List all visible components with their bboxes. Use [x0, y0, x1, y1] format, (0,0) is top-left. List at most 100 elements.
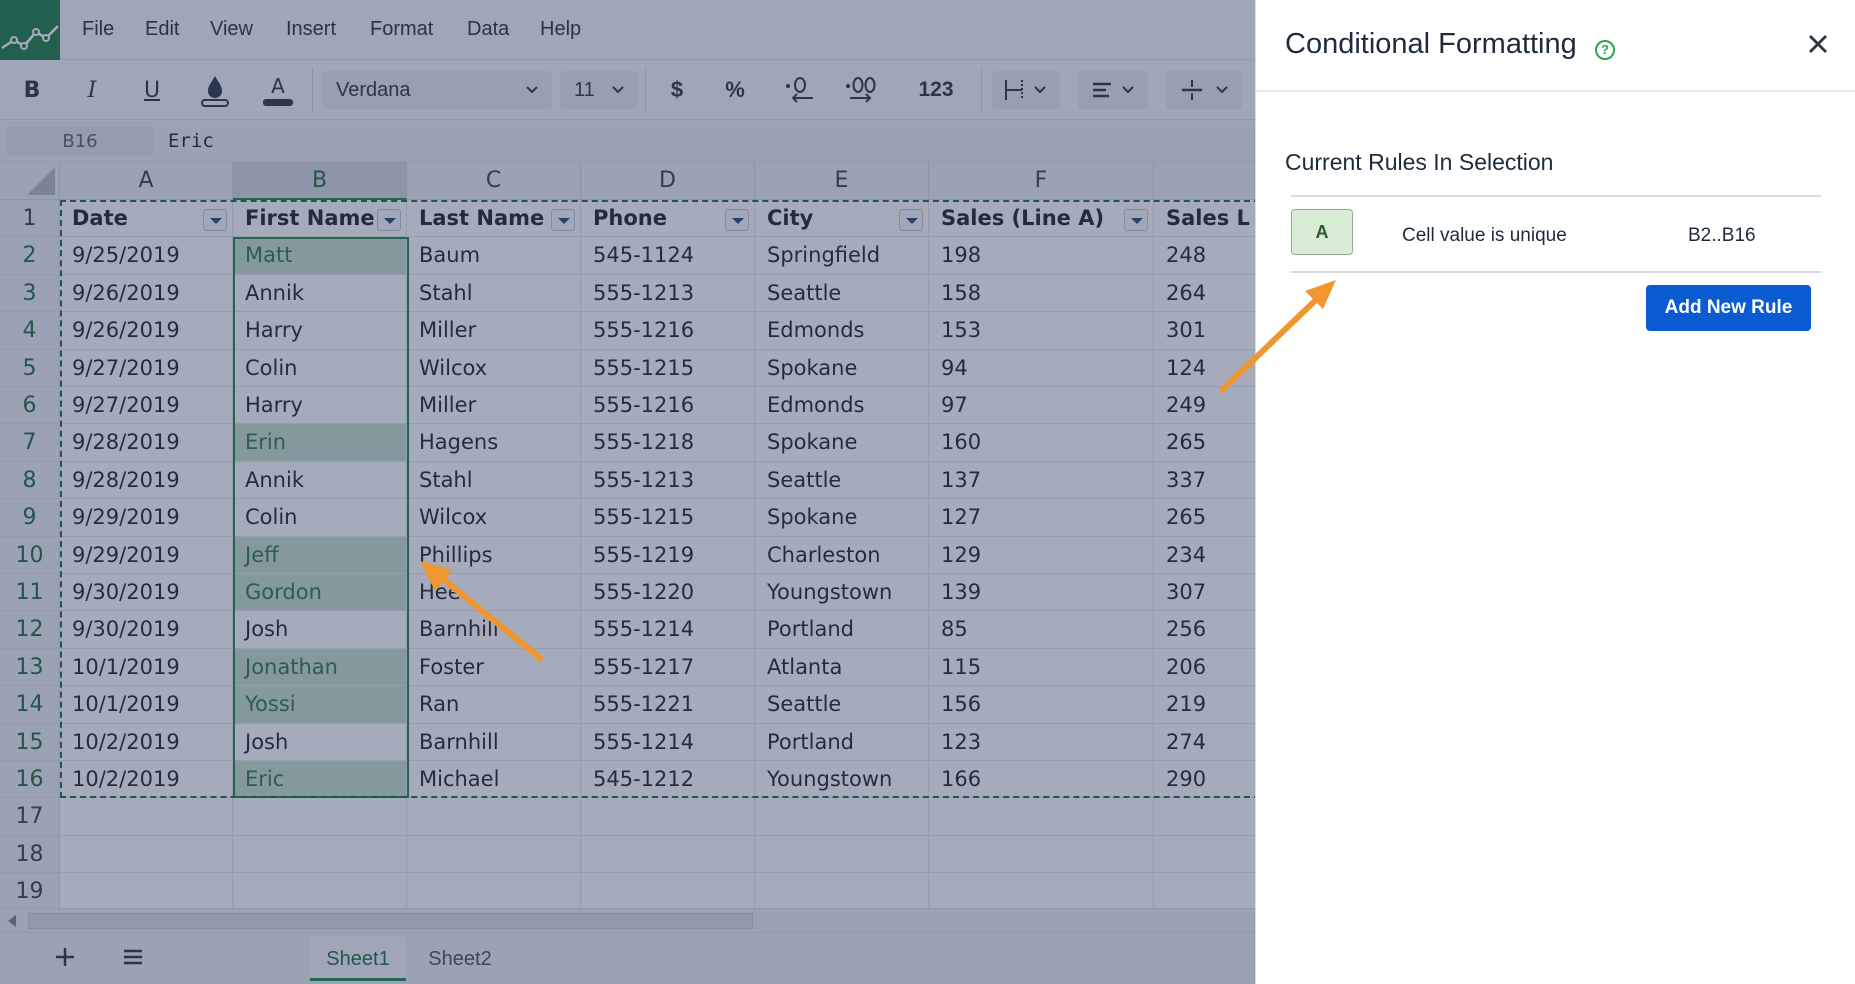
cell-reference-box[interactable]: B16 — [6, 127, 154, 156]
table-cell[interactable]: 9/26/2019 — [60, 274, 233, 313]
table-cell[interactable]: Eric — [233, 761, 407, 799]
table-cell[interactable]: 127 — [929, 499, 1154, 537]
table-cell[interactable]: Barnhill — [407, 723, 581, 761]
scrollbar-thumb[interactable] — [28, 913, 753, 929]
table-cell[interactable]: Spokane — [755, 424, 929, 462]
table-cell[interactable]: Seattle — [755, 274, 929, 313]
table-cell[interactable]: Edmonds — [755, 312, 929, 350]
table-cell[interactable]: Wilcox — [407, 499, 581, 537]
spreadsheet-grid[interactable]: A B C D E F 1 Date First Name Last Name Phone City S… — [0, 162, 1255, 908]
table-cell[interactable]: 9/28/2019 — [60, 461, 233, 500]
table-cell[interactable] — [929, 873, 1154, 908]
table-cell[interactable] — [929, 835, 1154, 874]
filter-dropdown-icon[interactable] — [203, 209, 227, 231]
table-cell[interactable] — [407, 798, 581, 836]
column-title-cell[interactable]: Sales L — [1154, 200, 1255, 238]
table-cell[interactable]: 10/2/2019 — [60, 723, 233, 761]
table-cell[interactable] — [233, 835, 407, 874]
table-cell[interactable]: Annik — [233, 461, 407, 500]
decrease-decimal-button[interactable] — [780, 70, 820, 110]
column-header[interactable]: D — [581, 162, 755, 200]
table-cell[interactable]: Harry — [233, 312, 407, 350]
table-cell[interactable]: Spokane — [755, 499, 929, 537]
table-cell[interactable]: Colin — [233, 349, 407, 387]
column-header[interactable]: B — [233, 162, 407, 200]
table-cell[interactable]: 545-1212 — [581, 761, 755, 799]
table-cell[interactable]: 206 — [1154, 649, 1255, 687]
table-cell[interactable]: Colin — [233, 499, 407, 537]
table-cell[interactable]: 160 — [929, 424, 1154, 462]
table-cell[interactable] — [1154, 798, 1255, 836]
table-cell[interactable]: 124 — [1154, 350, 1255, 387]
row-header[interactable]: 1 — [0, 200, 60, 238]
table-cell[interactable]: Seattle — [755, 686, 929, 724]
table-cell[interactable]: 85 — [929, 611, 1154, 649]
table-cell[interactable] — [233, 873, 407, 908]
menu-insert[interactable]: Insert — [286, 18, 336, 41]
table-cell[interactable]: 256 — [1154, 611, 1255, 649]
table-cell[interactable]: 10/1/2019 — [60, 648, 233, 687]
table-cell[interactable]: 265 — [1154, 499, 1255, 537]
table-cell[interactable]: Hagens — [407, 424, 581, 462]
table-cell[interactable]: 137 — [929, 461, 1154, 500]
row-header[interactable]: 19 — [0, 873, 60, 908]
table-cell[interactable] — [60, 798, 233, 836]
menu-edit[interactable]: Edit — [145, 18, 179, 41]
table-cell[interactable]: 9/30/2019 — [60, 574, 233, 612]
row-header[interactable]: 7 — [0, 424, 60, 462]
table-cell[interactable] — [755, 873, 929, 908]
close-button[interactable] — [1800, 26, 1836, 62]
column-header[interactable]: F — [929, 162, 1154, 200]
add-new-rule-button[interactable]: Add New Rule — [1646, 285, 1811, 331]
filter-dropdown-icon[interactable] — [551, 209, 575, 231]
column-title-cell[interactable]: Sales (Line A) — [929, 200, 1154, 238]
table-cell[interactable]: 9/30/2019 — [60, 611, 233, 649]
menu-file[interactable]: File — [82, 18, 114, 41]
table-cell[interactable]: Youngstown — [755, 761, 929, 799]
table-cell[interactable]: Michael — [407, 761, 581, 799]
column-header[interactable]: C — [407, 162, 581, 200]
table-cell[interactable]: Portland — [755, 611, 929, 649]
table-cell[interactable]: 307 — [1154, 574, 1255, 612]
formula-input[interactable]: Eric — [164, 127, 1254, 156]
table-cell[interactable]: Harry — [233, 387, 407, 425]
table-cell[interactable]: 166 — [929, 761, 1154, 799]
table-cell[interactable]: 274 — [1154, 724, 1255, 761]
table-cell[interactable]: Portland — [755, 723, 929, 761]
row-header[interactable]: 18 — [0, 835, 60, 874]
sheet-list-button[interactable] — [116, 937, 150, 977]
row-header[interactable]: 2 — [0, 237, 60, 275]
row-header[interactable]: 8 — [0, 461, 60, 500]
table-cell[interactable]: Hee — [407, 574, 581, 612]
table-cell[interactable]: 10/1/2019 — [60, 686, 233, 724]
table-cell[interactable]: 97 — [929, 387, 1154, 425]
table-cell[interactable]: Miller — [407, 312, 581, 350]
table-cell[interactable]: Gordon — [233, 574, 407, 612]
table-cell[interactable]: Edmonds — [755, 387, 929, 425]
table-cell[interactable]: 9/29/2019 — [60, 499, 233, 537]
table-cell[interactable]: 555-1216 — [581, 312, 755, 350]
vertical-align-select[interactable] — [1166, 71, 1242, 109]
table-cell[interactable]: 555-1214 — [581, 611, 755, 649]
horizontal-scrollbar[interactable] — [0, 908, 1255, 932]
table-cell[interactable]: Annik — [233, 274, 407, 313]
table-cell[interactable]: Phillips — [407, 536, 581, 574]
table-cell[interactable]: 139 — [929, 574, 1154, 612]
table-cell[interactable]: 555-1217 — [581, 648, 755, 687]
table-cell[interactable] — [1154, 873, 1255, 908]
menu-data[interactable]: Data — [467, 18, 509, 41]
row-header[interactable]: 11 — [0, 574, 60, 612]
table-cell[interactable]: Charleston — [755, 536, 929, 574]
table-cell[interactable] — [1154, 836, 1255, 874]
table-cell[interactable]: Stahl — [407, 461, 581, 500]
table-cell[interactable]: 123 — [929, 723, 1154, 761]
row-header[interactable]: 12 — [0, 611, 60, 649]
horizontal-align-select[interactable] — [1078, 71, 1148, 109]
table-cell[interactable]: 158 — [929, 274, 1154, 313]
help-circle-icon[interactable]: ? — [1595, 40, 1615, 60]
row-header[interactable]: 3 — [0, 274, 60, 313]
filter-dropdown-icon[interactable] — [725, 209, 749, 231]
table-cell[interactable]: 219 — [1154, 686, 1255, 724]
table-cell[interactable]: Ran — [407, 686, 581, 724]
sheet-tab-sheet2[interactable]: Sheet2 — [412, 937, 508, 981]
